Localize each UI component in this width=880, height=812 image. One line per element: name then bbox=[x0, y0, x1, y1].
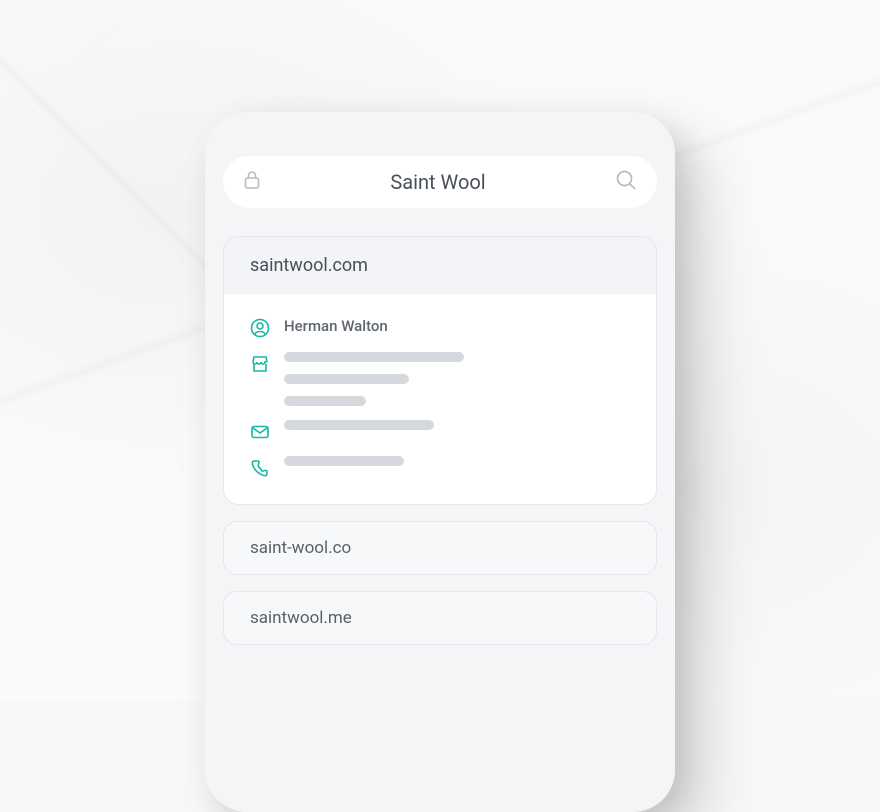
phone-icon bbox=[250, 458, 270, 478]
search-title: Saint Wool bbox=[261, 170, 615, 194]
phone-row bbox=[250, 456, 630, 478]
email-row bbox=[250, 420, 630, 442]
placeholder-line bbox=[284, 420, 434, 430]
contact-row: Herman Walton bbox=[250, 316, 630, 338]
domain-name: saintwool.me bbox=[250, 608, 352, 628]
placeholder-line bbox=[284, 456, 404, 466]
search-icon[interactable] bbox=[615, 169, 637, 195]
domain-name: saintwool.com bbox=[250, 255, 368, 276]
placeholder-line bbox=[284, 352, 464, 362]
domain-card-body: Herman Walton bbox=[224, 294, 656, 504]
domain-card-header: saintwool.com bbox=[224, 237, 656, 294]
storefront-icon bbox=[250, 354, 270, 374]
person-icon bbox=[250, 318, 270, 338]
lock-icon bbox=[243, 170, 261, 194]
company-row bbox=[250, 352, 630, 406]
domain-name: saint-wool.co bbox=[250, 538, 351, 558]
placeholder-line bbox=[284, 396, 366, 406]
domain-card-alt[interactable]: saintwool.me bbox=[223, 591, 657, 645]
domain-card-alt[interactable]: saint-wool.co bbox=[223, 521, 657, 575]
device-frame: Saint Wool saintwool.com bbox=[205, 112, 675, 812]
envelope-icon bbox=[250, 422, 270, 442]
contact-name: Herman Walton bbox=[284, 317, 388, 335]
domain-card-selected[interactable]: saintwool.com Herman Walton bbox=[223, 236, 657, 505]
search-bar[interactable]: Saint Wool bbox=[223, 156, 657, 208]
placeholder-line bbox=[284, 374, 409, 384]
